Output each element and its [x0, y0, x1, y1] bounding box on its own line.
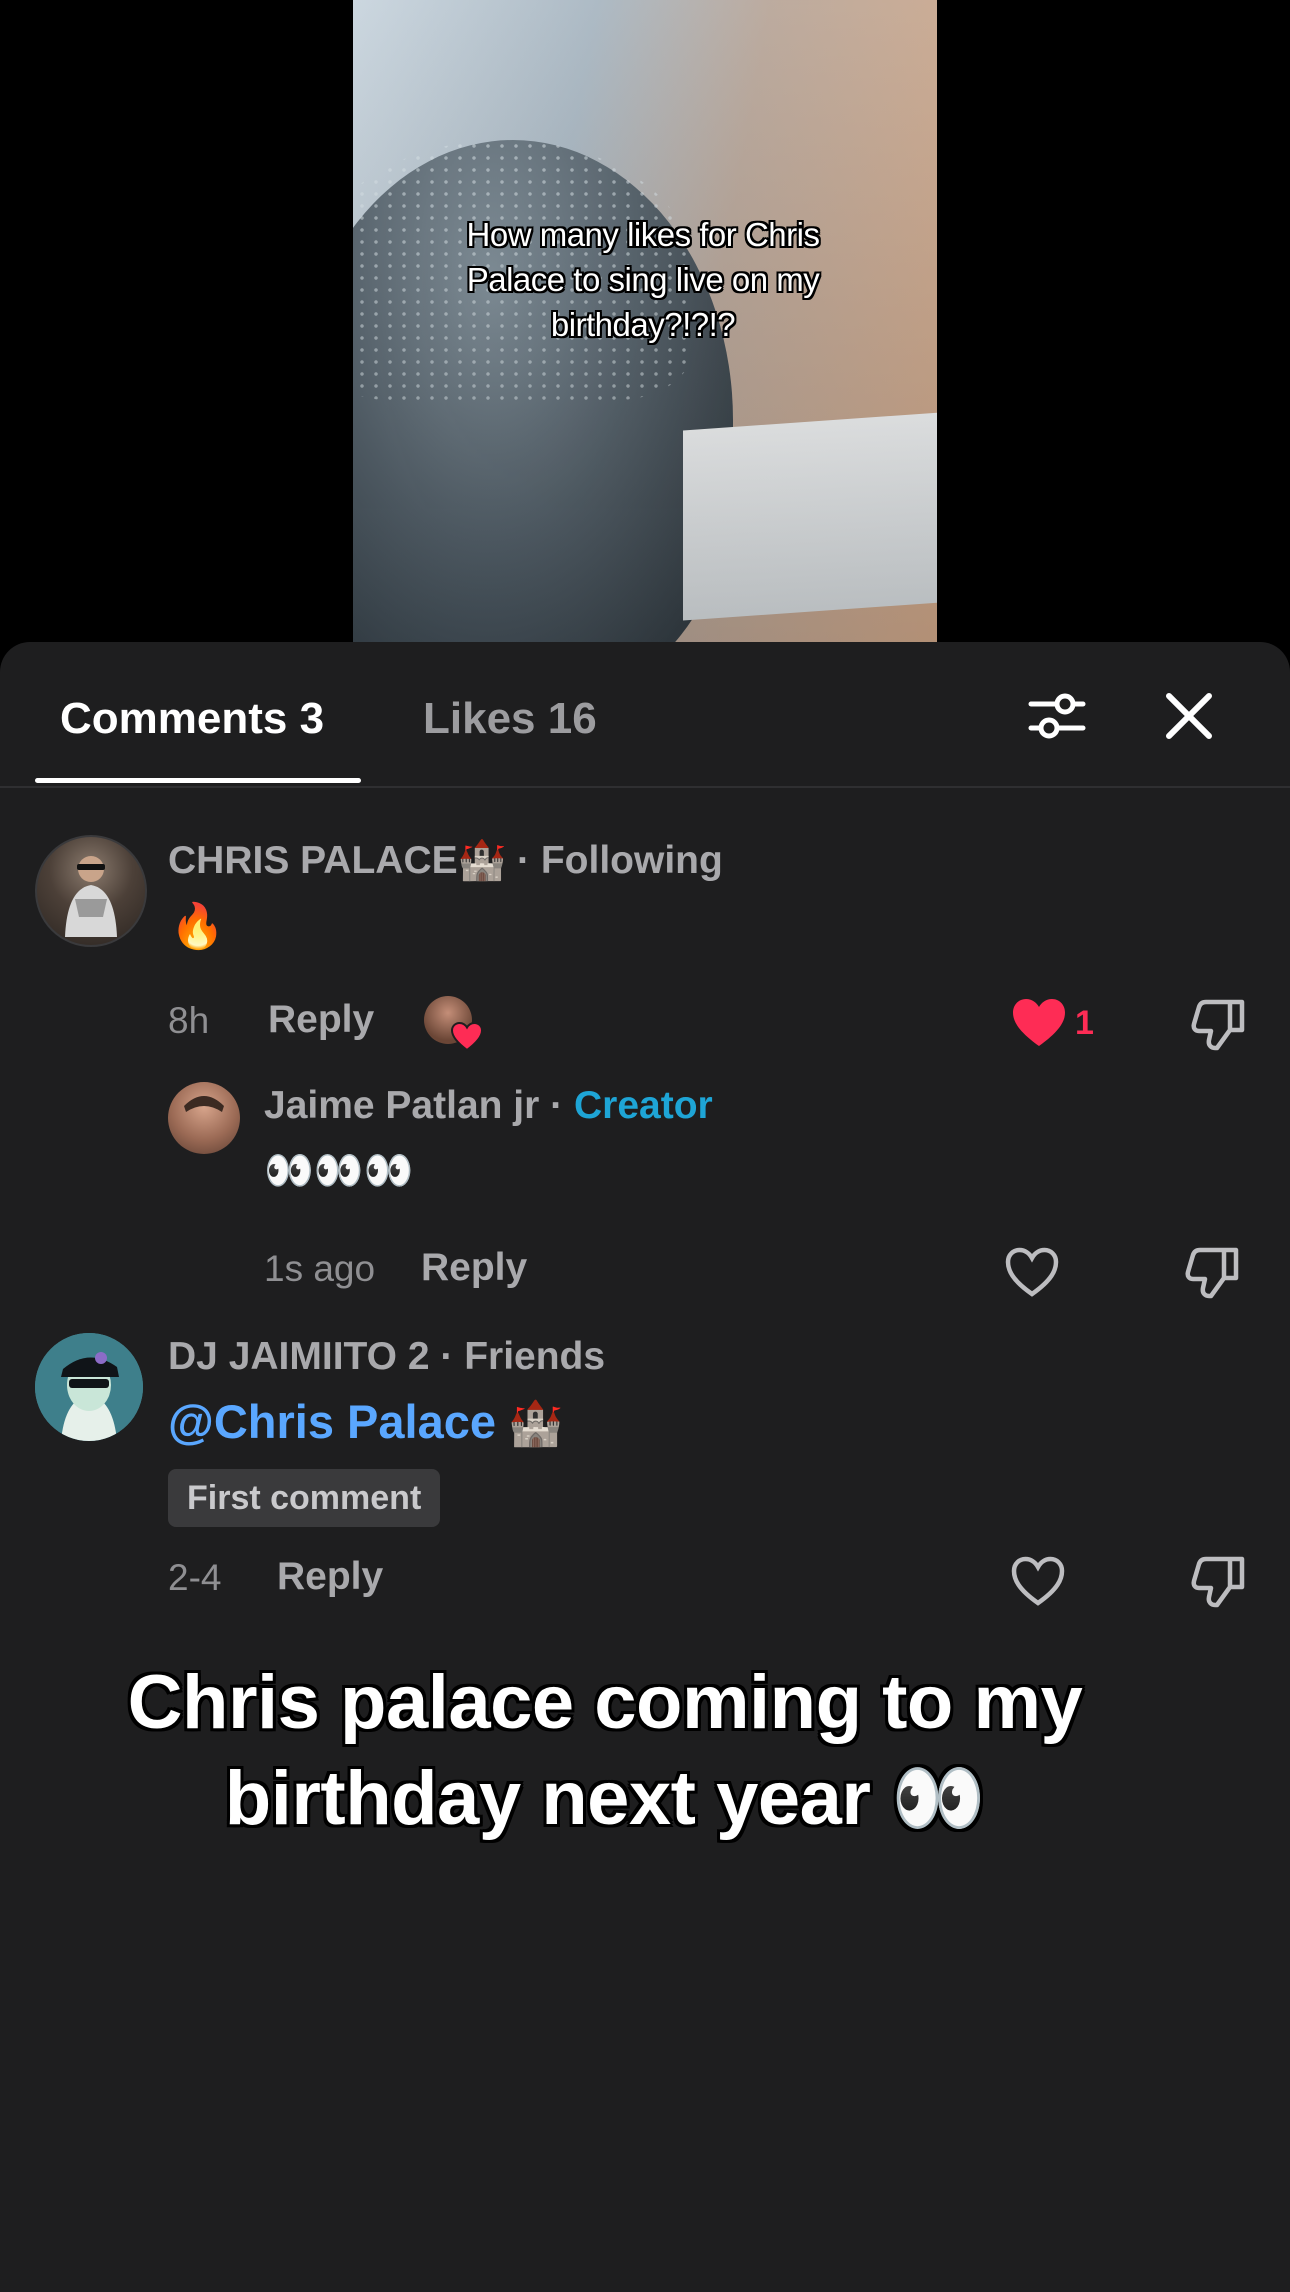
- close-icon[interactable]: [1160, 687, 1218, 745]
- reply-button[interactable]: Reply: [277, 1555, 383, 1599]
- first-comment-badge: First comment: [168, 1469, 441, 1527]
- overlay-caption: Chris palace coming to my birthday next …: [127, 1660, 1083, 1841]
- mention-link[interactable]: @Chris Palace: [168, 1395, 496, 1448]
- heart-icon[interactable]: [1011, 997, 1067, 1049]
- reply-text: 👀👀👀: [264, 1149, 414, 1193]
- comment-text: @Chris Palace 🏰: [168, 1395, 564, 1448]
- thumbs-down-icon[interactable]: [1190, 1553, 1246, 1609]
- creator-heart-icon: [451, 1022, 483, 1052]
- comment-username[interactable]: DJ JAIMIITO 2 · Friends: [168, 1335, 605, 1379]
- reply-timestamp: 1s ago: [264, 1248, 376, 1289]
- filter-sliders-icon[interactable]: [1027, 687, 1087, 745]
- tab-comments[interactable]: Comments 3: [60, 694, 324, 744]
- avatar[interactable]: [35, 835, 147, 947]
- relation-label: Friends: [464, 1335, 606, 1378]
- tab-likes[interactable]: Likes 16: [423, 694, 597, 744]
- thumbs-down-icon[interactable]: [1190, 996, 1246, 1052]
- video-preview[interactable]: How many likes for Chris Palace to sing …: [353, 0, 937, 642]
- like-count: 1: [1075, 1004, 1094, 1042]
- video-caption: How many likes for Chris Palace to sing …: [466, 216, 820, 343]
- relation-label: Following: [540, 839, 723, 882]
- avatar[interactable]: [35, 1333, 143, 1441]
- reply-button[interactable]: Reply: [421, 1246, 527, 1290]
- comment-tabs: Comments 3 Likes 16: [0, 642, 1290, 788]
- comments-panel: Comments 3 Likes 16 CHRIS PALACE🏰 · Foll…: [0, 642, 1290, 2292]
- thumbs-down-icon[interactable]: [1184, 1244, 1240, 1300]
- active-tab-indicator: [35, 778, 361, 783]
- comment-timestamp: 8h: [168, 1000, 210, 1041]
- heart-icon[interactable]: [1010, 1555, 1066, 1607]
- comment-text: 🔥: [170, 902, 225, 951]
- avatar[interactable]: [168, 1082, 240, 1154]
- comment-username[interactable]: CHRIS PALACE🏰 · Following: [168, 837, 723, 883]
- heart-icon[interactable]: [1004, 1246, 1060, 1298]
- reply-button[interactable]: Reply: [268, 998, 374, 1042]
- comment-timestamp: 2-4: [168, 1557, 222, 1598]
- creator-label: Creator: [573, 1084, 713, 1127]
- reply-username[interactable]: Jaime Patlan jr · Creator: [264, 1084, 713, 1128]
